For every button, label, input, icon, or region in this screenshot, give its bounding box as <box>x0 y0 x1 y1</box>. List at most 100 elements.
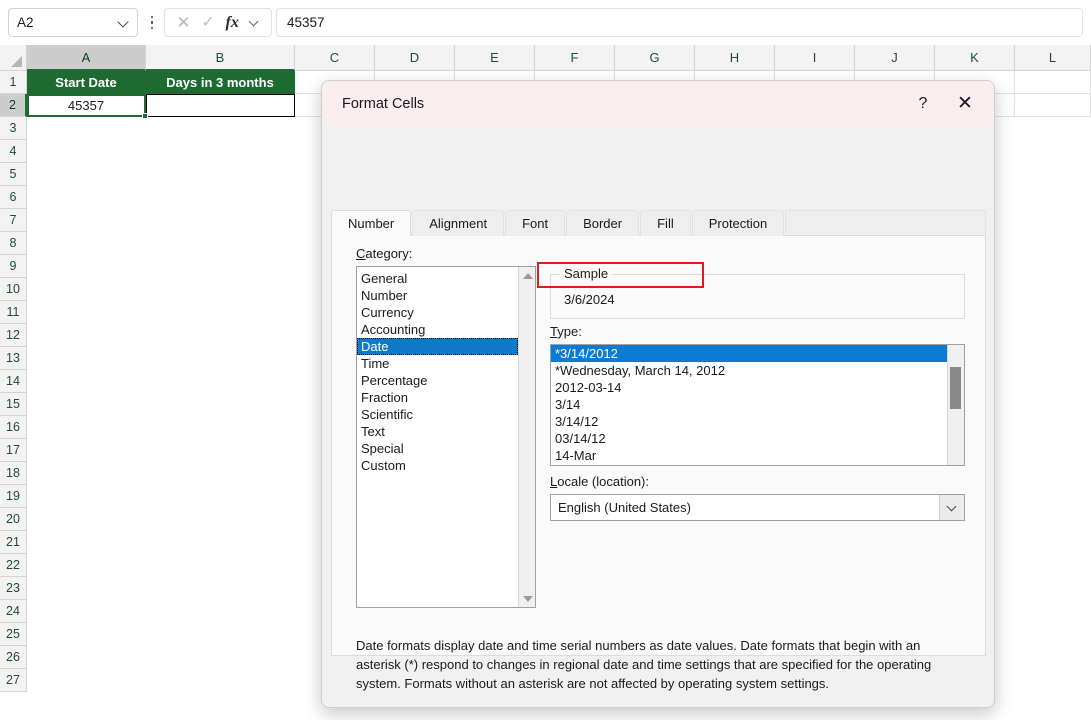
tab-font[interactable]: Font <box>505 210 566 236</box>
column-header-e[interactable]: E <box>455 45 535 71</box>
row-header-12[interactable]: 12 <box>0 324 27 347</box>
row-header-19[interactable]: 19 <box>0 485 27 508</box>
row-header-3[interactable]: 3 <box>0 117 27 140</box>
row-header-5[interactable]: 5 <box>0 163 27 186</box>
tab-number[interactable]: Number <box>331 210 412 236</box>
category-item-fraction[interactable]: Fraction <box>357 389 518 406</box>
formula-input[interactable]: 45357 <box>276 8 1083 37</box>
row-header-8[interactable]: 8 <box>0 232 27 255</box>
column-header-j[interactable]: J <box>855 45 935 71</box>
check-icon[interactable]: ✓ <box>201 14 214 31</box>
cell-l1[interactable] <box>1015 71 1091 94</box>
row-header-20[interactable]: 20 <box>0 508 27 531</box>
row-header-15[interactable]: 15 <box>0 393 27 416</box>
column-header-f[interactable]: F <box>535 45 615 71</box>
type-listbox[interactable]: *3/14/2012 *Wednesday, March 14, 2012 2012… <box>550 344 965 466</box>
row-header-23[interactable]: 23 <box>0 577 27 600</box>
column-header-label: D <box>409 50 420 65</box>
fill-handle[interactable] <box>142 113 148 119</box>
triangle-down-icon[interactable] <box>519 590 536 607</box>
tab-border[interactable]: Border <box>566 210 640 236</box>
category-item-scientific[interactable]: Scientific <box>357 406 518 423</box>
chevron-down-icon[interactable] <box>250 18 260 28</box>
category-item-custom[interactable]: Custom <box>357 457 518 474</box>
row-header-6[interactable]: 6 <box>0 186 27 209</box>
row-header-25[interactable]: 25 <box>0 623 27 646</box>
tab-protection[interactable]: Protection <box>691 210 785 236</box>
cell-l2[interactable] <box>1015 94 1091 117</box>
category-item-time[interactable]: Time <box>357 355 518 372</box>
row-header-label: 17 <box>6 443 20 457</box>
column-header-a[interactable]: A <box>27 45 146 71</box>
type-item[interactable]: *Wednesday, March 14, 2012 <box>551 362 947 379</box>
cell-b2[interactable] <box>146 94 295 117</box>
type-item[interactable]: 2012-03-14 <box>551 379 947 396</box>
category-item-currency[interactable]: Currency <box>357 304 518 321</box>
chevron-down-icon[interactable] <box>118 17 129 28</box>
row-header-4[interactable]: 4 <box>0 140 27 163</box>
close-icon[interactable]: ✕ <box>944 86 986 122</box>
question-mark-icon[interactable]: ? <box>902 86 944 122</box>
tab-alignment[interactable]: Alignment <box>412 210 505 236</box>
row-header-24[interactable]: 24 <box>0 600 27 623</box>
row-header-13[interactable]: 13 <box>0 347 27 370</box>
x-icon[interactable]: ✕ <box>176 14 190 31</box>
row-header-26[interactable]: 26 <box>0 646 27 669</box>
category-item-text[interactable]: Text <box>357 423 518 440</box>
row-header-1[interactable]: 1 <box>0 71 27 94</box>
row-header-label: 23 <box>6 581 20 595</box>
row-header-27[interactable]: 27 <box>0 669 27 692</box>
category-item-special[interactable]: Special <box>357 440 518 457</box>
row-header-22[interactable]: 22 <box>0 554 27 577</box>
row-header-9[interactable]: 9 <box>0 255 27 278</box>
category-scrollbar[interactable] <box>518 267 535 607</box>
row-header-label: 26 <box>6 650 20 664</box>
cell-a1[interactable]: Start Date <box>27 71 146 94</box>
tab-label: Font <box>522 216 549 231</box>
row-header-14[interactable]: 14 <box>0 370 27 393</box>
column-header-h[interactable]: H <box>695 45 775 71</box>
category-item-date[interactable]: Date <box>357 338 518 355</box>
select-all-corner[interactable] <box>0 45 27 71</box>
type-item[interactable]: 14-Mar <box>551 447 947 464</box>
type-item[interactable]: 3/14/12 <box>551 413 947 430</box>
category-item-percentage[interactable]: Percentage <box>357 372 518 389</box>
triangle-up-icon[interactable] <box>519 267 536 284</box>
column-header-b[interactable]: B <box>146 45 295 71</box>
category-item-accounting[interactable]: Accounting <box>357 321 518 338</box>
column-header-l[interactable]: L <box>1015 45 1091 71</box>
chevron-down-icon[interactable] <box>939 495 964 520</box>
type-item[interactable]: 3/14 <box>551 396 947 413</box>
column-header-d[interactable]: D <box>375 45 455 71</box>
type-item[interactable]: 03/14/12 <box>551 430 947 447</box>
row-header-7[interactable]: 7 <box>0 209 27 232</box>
column-header-row: A B C D E F G H I J K L <box>0 45 1091 71</box>
row-header-17[interactable]: 17 <box>0 439 27 462</box>
cell-value: 45357 <box>67 97 105 113</box>
row-header-16[interactable]: 16 <box>0 416 27 439</box>
column-header-k[interactable]: K <box>935 45 1015 71</box>
category-item-number[interactable]: Number <box>357 287 518 304</box>
row-header-21[interactable]: 21 <box>0 531 27 554</box>
column-header-label: L <box>1048 50 1057 65</box>
tab-fill[interactable]: Fill <box>640 210 691 236</box>
cell-b1[interactable]: Days in 3 months <box>146 71 295 94</box>
column-header-i[interactable]: I <box>775 45 855 71</box>
locale-combobox[interactable]: English (United States) <box>550 494 965 521</box>
type-scrollbar[interactable] <box>947 345 964 465</box>
row-header-10[interactable]: 10 <box>0 278 27 301</box>
row-header-2[interactable]: 2 <box>0 94 27 117</box>
row-header-18[interactable]: 18 <box>0 462 27 485</box>
name-box[interactable]: A2 <box>8 8 138 37</box>
fx-icon[interactable]: fx <box>226 14 239 31</box>
row-header-11[interactable]: 11 <box>0 301 27 324</box>
cell-a2[interactable]: 45357 <box>27 94 146 117</box>
category-item-general[interactable]: General <box>357 270 518 287</box>
column-header-g[interactable]: G <box>615 45 695 71</box>
type-scrollbar-thumb[interactable] <box>950 367 961 409</box>
row-header-label: 13 <box>6 351 20 365</box>
category-listbox[interactable]: General Number Currency Accounting Date Time P… <box>356 266 536 608</box>
more-options-icon[interactable] <box>143 8 161 37</box>
type-item[interactable]: *3/14/2012 <box>551 345 947 362</box>
column-header-c[interactable]: C <box>295 45 375 71</box>
